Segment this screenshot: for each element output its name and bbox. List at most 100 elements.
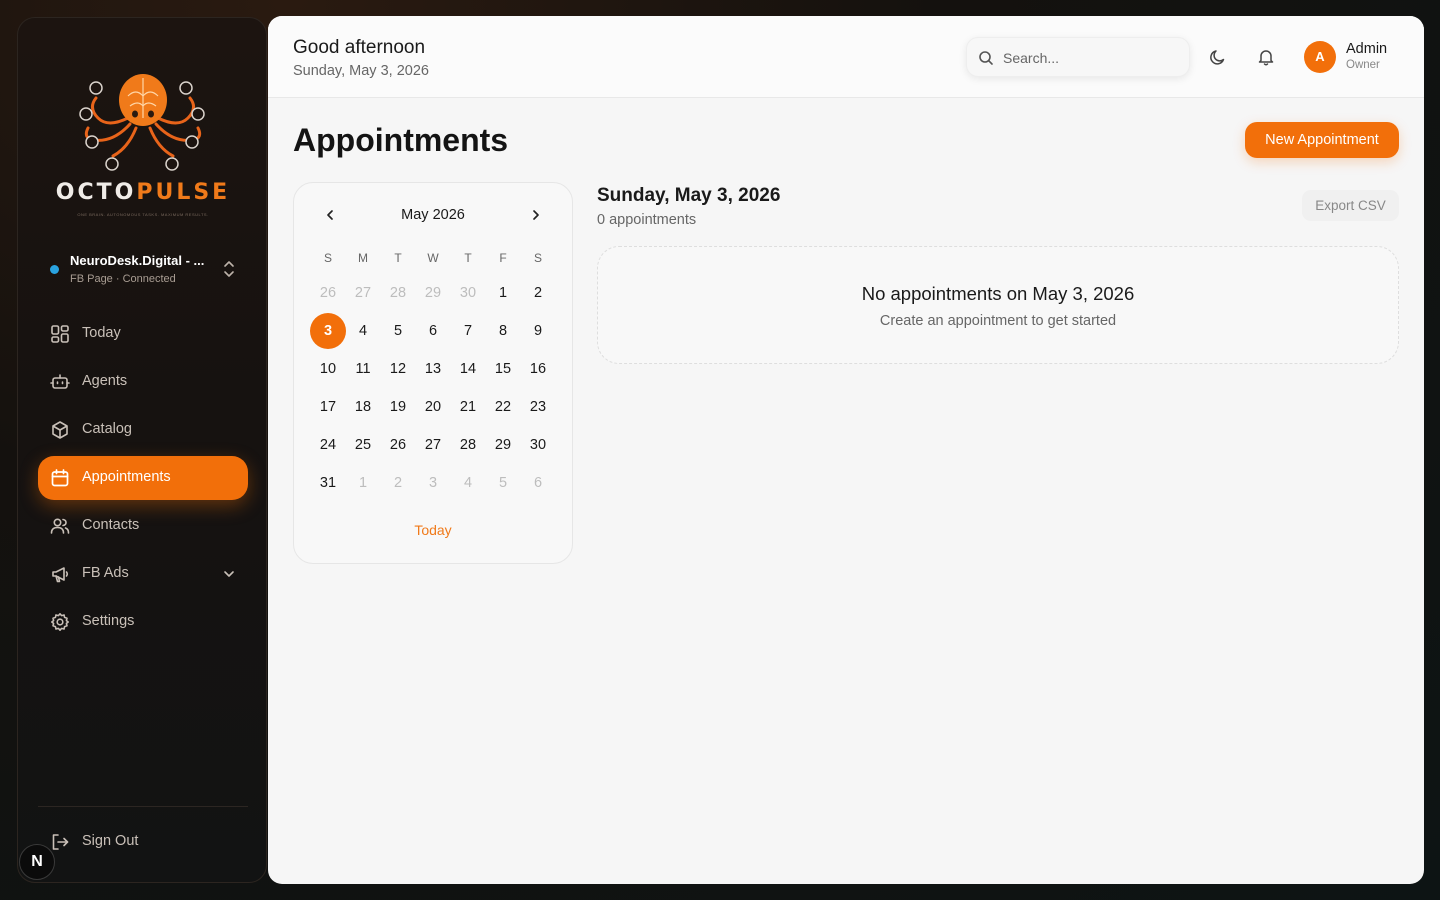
sidebar: OCTOPULSE ONE BRAIN. AUTONOMOUS TASKS. M… [17,17,267,883]
calendar-day[interactable]: 20 [415,389,451,425]
moon-icon[interactable] [1208,47,1228,67]
calendar-day[interactable]: 26 [380,427,416,463]
calendar-icon [51,469,69,487]
export-csv-button[interactable]: Export CSV [1302,190,1399,221]
calendar-day[interactable]: 27 [415,427,451,463]
sidebar-item-appointments[interactable]: Appointments [38,456,248,500]
sidebar-item-contacts[interactable]: Contacts [38,504,248,548]
page-title: Appointments [293,122,509,158]
brand-name-part1: OCTO [55,180,137,205]
workspace-switcher[interactable]: NeuroDesk.Digital - ... FB Page · Connec… [48,253,248,289]
calendar-day[interactable]: 27 [345,275,381,311]
calendar-day[interactable]: 5 [380,313,416,349]
top-bar: Good afternoon Sunday, May 3, 2026 Searc… [268,16,1424,98]
sidebar-item-catalog[interactable]: Catalog [38,408,248,452]
octopus-logo-icon [79,74,205,171]
calendar-day[interactable]: 17 [310,389,346,425]
calendar-day[interactable]: 26 [310,275,346,311]
calendar-day[interactable]: 19 [380,389,416,425]
empty-state-title: No appointments on May 3, 2026 [861,283,1135,304]
calendar-day[interactable]: 30 [450,275,486,311]
calendar-day[interactable]: 24 [310,427,346,463]
sidebar-item-label: Catalog [82,421,132,437]
current-date: Sunday, May 3, 2026 [293,63,429,79]
calendar-day[interactable]: 22 [485,389,521,425]
brand-tagline: ONE BRAIN. AUTONOMOUS TASKS. MAXIMUM RES… [77,212,209,217]
calendar-day[interactable]: 23 [520,389,556,425]
selected-date-title: Sunday, May 3, 2026 [597,185,781,206]
sidebar-item-label: Agents [82,373,128,389]
calendar-day[interactable]: 25 [345,427,381,463]
sidebar-item-label: Settings [82,613,135,629]
calendar-day[interactable]: 13 [415,351,451,387]
robot-icon [50,374,70,389]
sidebar-item-fb-ads[interactable]: FB Ads [38,552,248,596]
empty-state: No appointments on May 3, 2026 Create an… [597,246,1399,364]
calendar-day[interactable]: 8 [485,313,521,349]
avatar[interactable]: A [1304,41,1336,73]
calendar-day[interactable]: 10 [310,351,346,387]
calendar-day[interactable]: 16 [520,351,556,387]
calendar-day[interactable]: 3 [415,465,451,501]
calendar-day[interactable]: 14 [450,351,486,387]
calendar-day[interactable]: 6 [520,465,556,501]
calendar-day[interactable]: 9 [520,313,556,349]
weekday-header: F [499,251,507,265]
calendar-day[interactable]: 28 [380,275,416,311]
sidebar-item-agents[interactable]: Agents [38,360,248,404]
calendar-day[interactable]: 29 [415,275,451,311]
cube-icon [52,421,68,439]
weekday-header: S [323,251,332,265]
weekday-header: T [464,251,472,265]
calendar-day[interactable]: 28 [450,427,486,463]
calendar-day[interactable]: 6 [415,313,451,349]
calendar-day[interactable]: 4 [345,313,381,349]
users-icon [50,518,70,534]
calendar-day[interactable]: 2 [520,275,556,311]
new-appointment-button[interactable]: New Appointment [1245,122,1399,158]
gear-icon [51,613,69,631]
calendar-day[interactable]: 4 [450,465,486,501]
sidebar-item-settings[interactable]: Settings [38,600,248,644]
chevron-down-icon [224,571,234,577]
weekday-header: M [358,251,368,265]
sidebar-item-today[interactable]: Today [38,312,248,356]
sidebar-item-label: Contacts [82,517,140,533]
search-input[interactable]: Search... [966,37,1190,77]
calendar-day[interactable]: 12 [380,351,416,387]
calendar-day[interactable]: 5 [485,465,521,501]
calendar-today-button[interactable]: Today [294,522,572,538]
status-dot [50,265,59,274]
empty-state-subtitle: Create an appointment to get started [879,313,1117,329]
app-badge[interactable]: N [19,844,55,880]
calendar-day[interactable]: 29 [485,427,521,463]
calendar-day[interactable]: 1 [485,275,521,311]
chevron-up-down-icon [224,261,234,277]
calendar-day[interactable]: 21 [450,389,486,425]
calendar-day[interactable]: 15 [485,351,521,387]
calendar: May 2026 S M T W T F S 26 27 28 29 30 1 2 3 4 5 6 7 8 9 10 11 1… [293,182,573,564]
user-name[interactable]: Admin [1346,41,1387,57]
workspace-name: NeuroDesk.Digital - ... [70,253,205,268]
sign-out-button[interactable]: Sign Out [38,820,248,864]
calendar-day[interactable]: 30 [520,427,556,463]
bell-icon[interactable] [1256,47,1276,67]
sidebar-item-label: Appointments [82,469,171,485]
chevron-right-icon[interactable] [526,205,546,225]
search-placeholder: Search... [1003,50,1060,66]
logo: OCTOPULSE ONE BRAIN. AUTONOMOUS TASKS. M… [18,48,268,228]
calendar-day[interactable]: 18 [345,389,381,425]
grid-icon [51,325,69,343]
brand-name-part2: PULSE [136,180,231,205]
search-icon [979,51,993,65]
calendar-day[interactable]: 11 [345,351,381,387]
calendar-day[interactable]: 2 [380,465,416,501]
calendar-day[interactable]: 31 [310,465,346,501]
calendar-day[interactable]: 1 [345,465,381,501]
user-role: Owner [1346,59,1380,71]
calendar-day[interactable]: 7 [450,313,486,349]
logout-icon [52,834,69,850]
sidebar-item-label: Today [82,325,121,341]
weekday-header: T [394,251,402,265]
calendar-day-selected[interactable]: 3 [310,313,346,349]
